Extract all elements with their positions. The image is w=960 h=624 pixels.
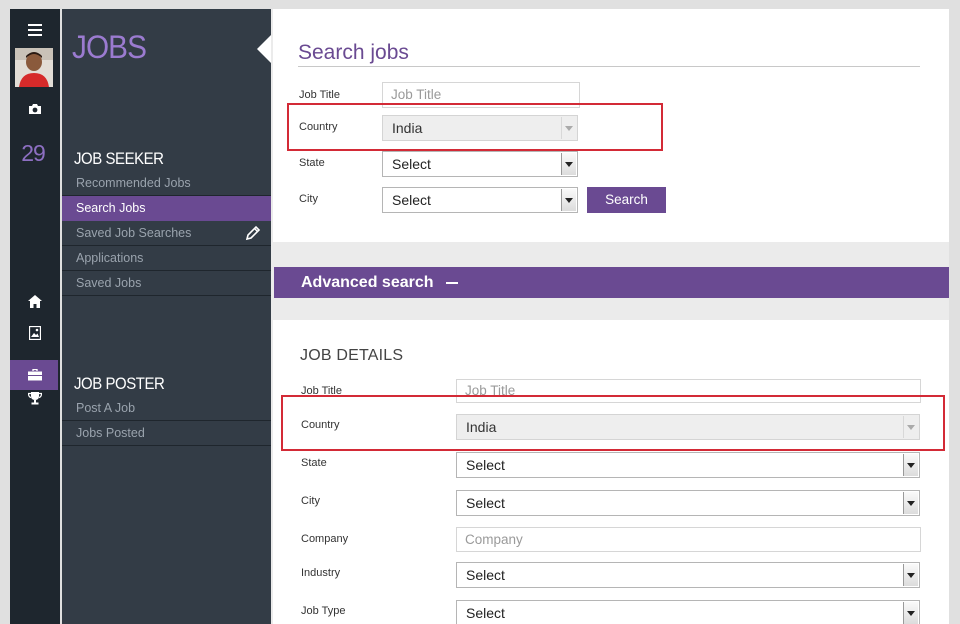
chevron-down-icon <box>903 564 918 586</box>
sidebar-item-saved-job-searches[interactable]: Saved Job Searches <box>62 221 271 246</box>
state-value: Select <box>392 156 431 172</box>
sidebar-item-recommended-jobs[interactable]: Recommended Jobs <box>62 171 271 196</box>
advanced-search-label: Advanced search <box>301 274 434 291</box>
details-state-select[interactable]: Select <box>456 452 920 478</box>
image-icon[interactable] <box>10 325 60 341</box>
details-state-label: State <box>301 457 327 469</box>
city-select[interactable]: Select <box>382 187 578 213</box>
search-button[interactable]: Search <box>587 187 666 213</box>
sidebar-pointer <box>257 35 271 63</box>
details-city-label: City <box>301 495 320 507</box>
details-job-type-value: Select <box>466 605 505 621</box>
details-job-type-label: Job Type <box>301 605 346 617</box>
details-company-label: Company <box>301 533 349 545</box>
details-city-value: Select <box>466 495 505 511</box>
camera-icon[interactable] <box>10 101 60 117</box>
details-company-input[interactable]: Company <box>456 527 921 552</box>
city-value: Select <box>392 192 431 208</box>
sidebar: JOBS JOB SEEKER Recommended Jobs Search … <box>62 9 271 624</box>
details-industry-label: Industry <box>301 567 341 579</box>
sidebar-item-jobs-posted[interactable]: Jobs Posted <box>62 421 271 446</box>
sidebar-item-applications[interactable]: Applications <box>62 246 271 271</box>
sidebar-title: JOBS <box>72 29 147 65</box>
state-select[interactable]: Select <box>382 151 578 177</box>
details-industry-select[interactable]: Select <box>456 562 920 588</box>
details-job-type-select[interactable]: Select <box>456 600 920 624</box>
chevron-down-icon <box>561 189 576 211</box>
job-title-label: Job Title <box>299 89 340 101</box>
advanced-search-bar[interactable]: Advanced search <box>274 267 949 298</box>
trophy-icon[interactable] <box>10 390 60 406</box>
home-icon[interactable] <box>10 293 60 309</box>
sidebar-item-post-a-job[interactable]: Post A Job <box>62 396 271 421</box>
collapse-icon[interactable] <box>446 282 458 284</box>
rail-count: 29 <box>21 140 46 166</box>
main-content: Search jobs Job Title Job Title Country … <box>271 9 949 624</box>
sidebar-item-search-jobs[interactable]: Search Jobs <box>62 196 271 221</box>
chevron-down-icon <box>561 153 576 175</box>
chevron-down-icon <box>903 602 918 624</box>
chevron-down-icon <box>903 454 918 476</box>
briefcase-icon[interactable] <box>10 367 60 383</box>
highlight-box-search-country <box>287 103 663 151</box>
city-label: City <box>299 193 318 205</box>
page-title: Search jobs <box>298 41 409 64</box>
job-details-heading: JOB DETAILS <box>300 347 404 364</box>
title-divider <box>298 66 920 67</box>
sidebar-item-saved-jobs[interactable]: Saved Jobs <box>62 271 271 296</box>
icon-rail: 29 <box>10 9 60 624</box>
details-state-value: Select <box>466 457 505 473</box>
job-seeker-heading: JOB SEEKER <box>74 149 164 168</box>
state-label: State <box>299 157 325 169</box>
chevron-down-icon <box>903 492 918 514</box>
highlight-box-details-country <box>281 395 945 451</box>
details-industry-value: Select <box>466 567 505 583</box>
avatar[interactable] <box>15 48 53 87</box>
details-city-select[interactable]: Select <box>456 490 920 516</box>
menu-icon[interactable] <box>10 22 60 38</box>
sidebar-item-label: Saved Job Searches <box>76 226 192 240</box>
job-poster-heading: JOB POSTER <box>74 374 165 393</box>
